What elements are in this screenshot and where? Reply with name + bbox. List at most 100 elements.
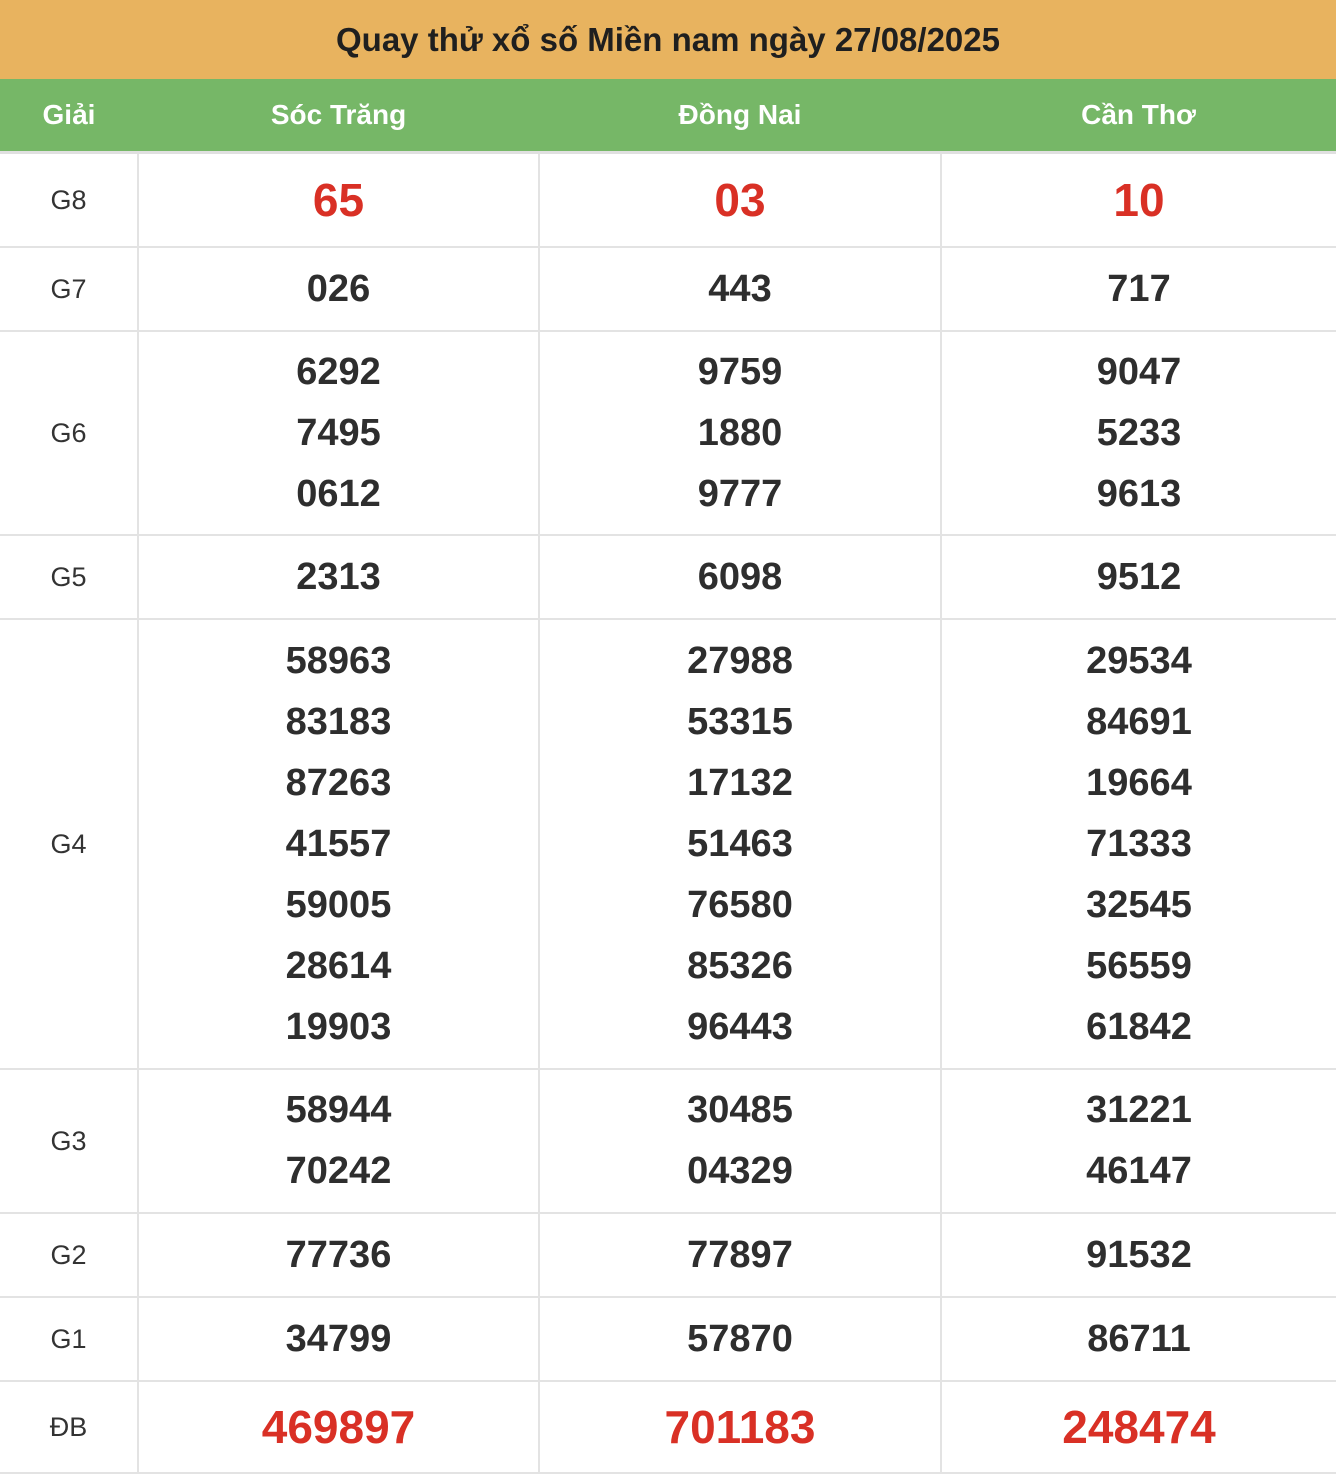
table-row-g1: G1 34799 57870 86711 xyxy=(0,1296,1336,1382)
result-number: 9759 xyxy=(697,350,783,393)
result-number: 61842 xyxy=(1086,1005,1192,1048)
result-number: 71333 xyxy=(1086,822,1192,865)
table-row-g5: G5 2313 6098 9512 xyxy=(0,534,1336,620)
result-number: 86711 xyxy=(1087,1317,1191,1360)
result-cell-g4-0: 58963 83183 87263 41557 59005 28614 19903 xyxy=(137,618,540,1070)
result-number: 717 xyxy=(1107,267,1171,310)
page-title: Quay thử xổ số Miền nam ngày 27/08/2025 xyxy=(0,0,1336,79)
prize-label-g5: G5 xyxy=(0,534,139,620)
result-cell-g6-1: 9759 1880 9777 xyxy=(538,330,942,536)
result-number: 5233 xyxy=(1096,411,1182,454)
result-number: 58944 xyxy=(285,1089,392,1131)
result-cell-g5-0: 2313 xyxy=(137,534,540,620)
result-number: 87263 xyxy=(285,761,392,804)
result-cell-g8-0: 65 xyxy=(137,151,540,248)
result-number: 57870 xyxy=(687,1317,793,1360)
result-number: 56559 xyxy=(1086,944,1192,987)
table-row-g8: G8 65 03 10 xyxy=(0,151,1336,248)
result-cell-g5-1: 6098 xyxy=(538,534,942,620)
result-number: 19664 xyxy=(1086,761,1192,804)
result-cell-db-2: 248474 xyxy=(940,1380,1336,1474)
header-province-can-tho: Cần Thơ xyxy=(941,79,1336,153)
result-number: 58963 xyxy=(285,639,392,682)
jackpot-number: 248474 xyxy=(1062,1400,1216,1453)
result-number: 29534 xyxy=(1086,639,1192,682)
result-number: 10 xyxy=(1113,173,1165,226)
prize-label-db: ĐB xyxy=(0,1380,139,1474)
result-cell-g3-0: 58944 70242 xyxy=(137,1068,540,1214)
result-cell-g3-1: 30485 04329 xyxy=(538,1068,942,1214)
result-cell-g8-1: 03 xyxy=(538,151,942,248)
result-number: 76580 xyxy=(687,883,793,926)
prize-label-g7: G7 xyxy=(0,246,139,332)
result-cell-g6-0: 6292 7495 0612 xyxy=(137,330,540,536)
prize-label-g2: G2 xyxy=(0,1212,139,1298)
result-cell-g7-2: 717 xyxy=(940,246,1336,332)
result-cell-g4-1: 27988 53315 17132 51463 76580 85326 96443 xyxy=(538,618,942,1070)
results-table: Giải Sóc Trăng Đồng Nai Cần Thơ G8 65 03 10… xyxy=(0,79,1336,1474)
result-number: 96443 xyxy=(687,1005,793,1048)
result-cell-g6-2: 9047 5233 9613 xyxy=(940,330,1336,536)
result-number: 59005 xyxy=(285,883,392,926)
result-number: 51463 xyxy=(687,822,793,865)
result-number: 9613 xyxy=(1096,472,1182,515)
result-number: 19903 xyxy=(285,1005,392,1048)
result-number: 6098 xyxy=(697,555,783,598)
result-number: 77736 xyxy=(285,1233,392,1276)
header-province-soc-trang: Sóc Trăng xyxy=(138,79,539,153)
table-header-row: Giải Sóc Trăng Đồng Nai Cần Thơ xyxy=(0,79,1336,153)
result-number: 443 xyxy=(708,267,772,310)
result-number: 65 xyxy=(312,173,365,226)
result-cell-g4-2: 29534 84691 19664 71333 32545 56559 61842 xyxy=(940,618,1336,1070)
header-prize: Giải xyxy=(0,79,138,153)
table-row-g2: G2 77736 77897 91532 xyxy=(0,1212,1336,1298)
prize-label-g4: G4 xyxy=(0,618,139,1070)
result-number: 41557 xyxy=(285,822,392,865)
result-number: 28614 xyxy=(285,944,392,987)
result-number: 026 xyxy=(306,267,371,310)
result-cell-g2-0: 77736 xyxy=(137,1212,540,1298)
result-number: 53315 xyxy=(687,700,793,743)
result-number: 9512 xyxy=(1096,555,1182,598)
prize-label-g6: G6 xyxy=(0,330,139,536)
table-row-g7: G7 026 443 717 xyxy=(0,246,1336,332)
result-number: 7495 xyxy=(296,411,381,454)
result-cell-g7-1: 443 xyxy=(538,246,942,332)
result-number: 84691 xyxy=(1086,700,1192,743)
result-cell-g1-2: 86711 xyxy=(940,1296,1336,1382)
result-number: 83183 xyxy=(285,700,392,743)
table-row-g6: G6 6292 7495 0612 9759 1880 9777 9047 5233 9613 xyxy=(0,330,1336,536)
result-number: 31221 xyxy=(1086,1089,1192,1131)
table-row-db: ĐB 469897 701183 248474 xyxy=(0,1380,1336,1474)
result-number: 85326 xyxy=(687,944,793,987)
prize-label-g8: G8 xyxy=(0,151,139,248)
result-number: 91532 xyxy=(1086,1233,1192,1276)
result-cell-db-1: 701183 xyxy=(538,1380,942,1474)
result-number: 04329 xyxy=(687,1150,793,1192)
result-cell-g8-2: 10 xyxy=(940,151,1336,248)
result-number: 34799 xyxy=(285,1317,392,1360)
result-cell-db-0: 469897 xyxy=(137,1380,540,1474)
result-number: 9047 xyxy=(1096,350,1182,393)
result-number: 77897 xyxy=(687,1233,793,1276)
result-number: 70242 xyxy=(285,1150,392,1192)
result-number: 32545 xyxy=(1086,883,1192,926)
result-number: 9777 xyxy=(697,472,783,515)
result-cell-g1-1: 57870 xyxy=(538,1296,942,1382)
result-number: 27988 xyxy=(687,639,793,682)
result-cell-g1-0: 34799 xyxy=(137,1296,540,1382)
result-number: 03 xyxy=(714,173,766,226)
prize-label-g3: G3 xyxy=(0,1068,139,1214)
result-cell-g2-2: 91532 xyxy=(940,1212,1336,1298)
result-cell-g5-2: 9512 xyxy=(940,534,1336,620)
result-number: 46147 xyxy=(1086,1150,1192,1192)
table-row-g3: G3 58944 70242 30485 04329 31221 46147 xyxy=(0,1068,1336,1214)
table-row-g4: G4 58963 83183 87263 41557 59005 28614 19903 279… xyxy=(0,618,1336,1070)
result-number: 30485 xyxy=(687,1089,793,1131)
result-number: 6292 xyxy=(296,350,381,393)
jackpot-number: 701183 xyxy=(664,1400,816,1453)
result-cell-g2-1: 77897 xyxy=(538,1212,942,1298)
result-cell-g3-2: 31221 46147 xyxy=(940,1068,1336,1214)
prize-label-g1: G1 xyxy=(0,1296,139,1382)
header-province-dong-nai: Đồng Nai xyxy=(539,79,941,153)
